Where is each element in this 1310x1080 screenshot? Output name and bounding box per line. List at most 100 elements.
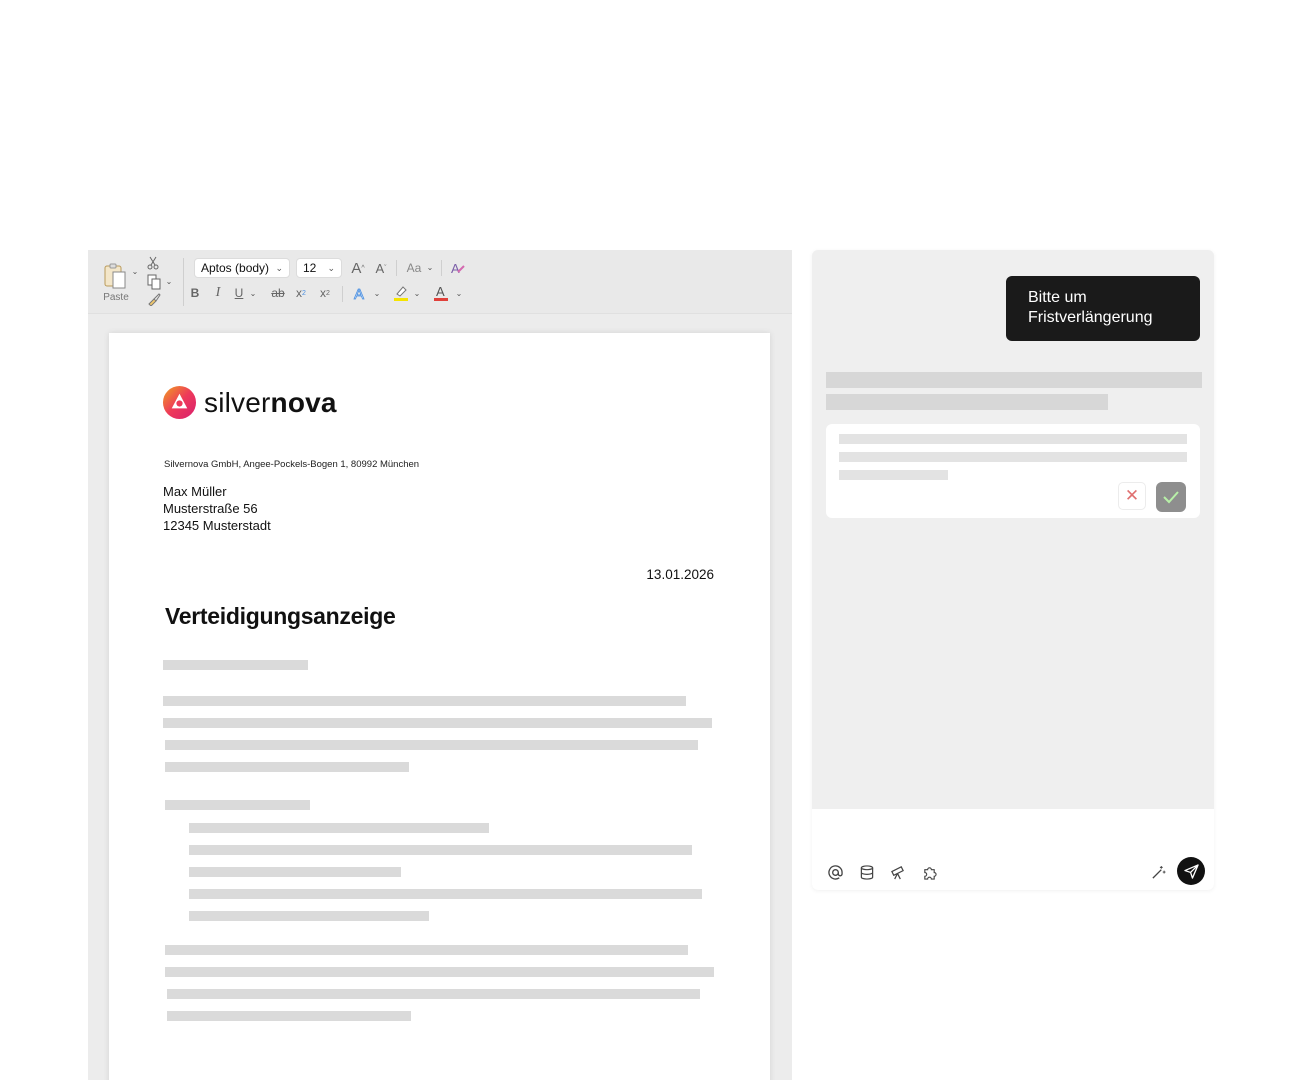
font-name-value: Aptos (body) <box>201 261 270 275</box>
paste-button[interactable]: Paste <box>98 256 134 308</box>
ribbon-divider <box>342 286 343 302</box>
cut-button[interactable] <box>146 256 160 270</box>
grow-font-label: A <box>351 259 362 277</box>
document-page[interactable]: silvernova Silvernova GmbH, Angee-Pockel… <box>109 333 770 1080</box>
bold-button[interactable]: B <box>188 285 202 301</box>
svg-text:A: A <box>451 261 460 276</box>
chevron-down-icon[interactable]: ⌄ <box>412 288 422 298</box>
recipient-street: Musterstraße 56 <box>163 501 258 516</box>
paste-label: Paste <box>103 291 129 303</box>
italic-button[interactable]: I <box>211 285 225 301</box>
user-message-bubble: Bitte um Fristverlängerung <box>1006 276 1200 341</box>
change-case-button[interactable]: Aa <box>404 260 424 276</box>
svg-text:A: A <box>354 286 364 301</box>
word-window: Paste ⌄ ⌄ Aptos (body) ⌄ 12 ⌄ A ^ Aˇ Aa ⌄… <box>88 250 792 1080</box>
chevron-down-icon[interactable]: ⌄ <box>372 288 382 298</box>
text-effects-button[interactable]: A <box>352 284 370 302</box>
highlight-button[interactable] <box>392 284 410 302</box>
text-placeholder <box>189 823 489 833</box>
brand-wordmark-light: silver <box>204 386 271 418</box>
shrink-font-label: A <box>375 260 385 276</box>
letter-date: 13.01.2026 <box>646 567 714 582</box>
chevron-down-icon[interactable]: ⌄ <box>454 288 464 298</box>
font-size-select[interactable]: 12 ⌄ <box>296 258 342 278</box>
clipboard-icon <box>104 263 126 288</box>
text-placeholder <box>189 911 429 921</box>
text-effects-icon: A <box>354 286 365 301</box>
text-placeholder <box>163 718 712 728</box>
puzzle-icon <box>923 866 937 880</box>
underline-button[interactable]: U <box>232 285 246 301</box>
chevron-down-icon[interactable]: ⌄ <box>130 266 140 276</box>
brand-logo: silvernova <box>162 385 337 420</box>
mention-button[interactable] <box>826 863 844 881</box>
silvernova-logo-icon <box>162 385 197 420</box>
highlighter-icon <box>394 286 408 301</box>
text-placeholder <box>165 945 688 955</box>
grow-font-button[interactable]: A ^ <box>349 259 367 277</box>
chevron-down-icon[interactable]: ⌄ <box>164 276 174 286</box>
text-placeholder <box>165 967 714 977</box>
text-placeholder <box>163 660 308 670</box>
text-placeholder <box>167 989 700 999</box>
suggestion-placeholder <box>839 452 1187 462</box>
brand-wordmark: silvernova <box>204 387 337 419</box>
strikethrough-label: ab <box>271 286 285 300</box>
database-button[interactable] <box>858 863 876 881</box>
suggestion-placeholder <box>839 434 1187 444</box>
database-icon <box>860 864 874 880</box>
magic-wand-button[interactable] <box>1149 863 1167 881</box>
copy-button[interactable] <box>146 274 162 290</box>
subscript-button[interactable]: x2 <box>294 285 308 301</box>
send-icon <box>1183 863 1199 879</box>
at-sign-icon <box>827 864 843 880</box>
assistant-panel: Bitte um Fristverlängerung ✕ <box>812 250 1214 890</box>
document-title: Verteidigungsanzeige <box>165 603 396 629</box>
send-button[interactable] <box>1177 857 1205 885</box>
font-color-icon: A <box>434 284 448 301</box>
font-name-select[interactable]: Aptos (body) ⌄ <box>194 258 290 278</box>
text-placeholder <box>163 696 686 706</box>
format-painter-button[interactable] <box>146 292 162 306</box>
chevron-down-icon[interactable]: ⌄ <box>248 288 258 298</box>
text-placeholder <box>189 867 401 877</box>
chevron-down-icon[interactable]: ⌄ <box>425 262 435 272</box>
recipient-city: 12345 Musterstadt <box>163 518 271 533</box>
clear-formatting-icon: A <box>451 261 465 276</box>
brand-wordmark-bold: nova <box>270 386 337 418</box>
text-placeholder <box>165 800 310 810</box>
accept-button[interactable] <box>1156 482 1186 512</box>
text-placeholder <box>189 889 702 899</box>
ribbon-divider <box>183 258 184 306</box>
font-size-value: 12 <box>303 261 317 275</box>
research-button[interactable] <box>888 863 906 881</box>
scissors-icon <box>147 256 159 270</box>
reject-button[interactable]: ✕ <box>1118 482 1146 510</box>
response-placeholder <box>826 394 1108 410</box>
superscript-button[interactable]: x2 <box>318 285 332 301</box>
strikethrough-button[interactable]: ab <box>268 285 288 301</box>
recipient-name: Max Müller <box>163 484 227 499</box>
text-placeholder <box>165 762 409 772</box>
plugin-button[interactable] <box>920 863 938 881</box>
shrink-font-button[interactable]: Aˇ <box>373 260 389 276</box>
font-color-button[interactable]: A <box>432 284 450 302</box>
message-composer[interactable] <box>812 809 1214 890</box>
bold-label: B <box>190 286 200 300</box>
brush-icon <box>148 293 161 306</box>
ribbon-divider <box>396 260 397 276</box>
telescope-icon <box>890 865 904 879</box>
change-case-label: Aa <box>406 261 422 275</box>
response-placeholder <box>826 372 1202 388</box>
suggestion-card: ✕ <box>826 424 1200 518</box>
text-placeholder <box>165 740 698 750</box>
italic-label: I <box>215 285 221 300</box>
recipient-address: Max Müller Musterstraße 56 12345 Musters… <box>163 483 271 534</box>
svg-text:A: A <box>436 284 445 299</box>
clear-formatting-button[interactable]: A <box>449 259 467 277</box>
check-icon <box>1163 491 1179 504</box>
text-placeholder <box>167 1011 411 1021</box>
suggestion-placeholder <box>839 470 948 480</box>
ribbon-divider <box>441 260 442 276</box>
text-placeholder <box>189 845 692 855</box>
